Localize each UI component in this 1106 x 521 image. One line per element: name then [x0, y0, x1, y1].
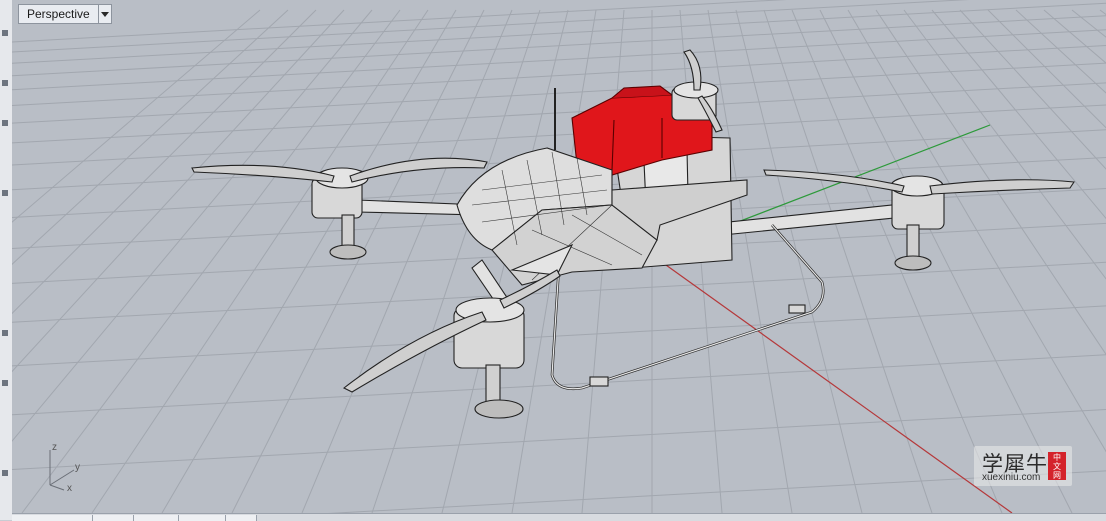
grid-line [903, 9, 1106, 280]
grid-line [707, 9, 793, 513]
grid-line [12, 9, 373, 442]
motor-front[interactable] [453, 297, 525, 419]
axis-z-label: z [52, 442, 57, 453]
toolbar-handle-icon[interactable] [2, 80, 8, 86]
grid-line [12, 305, 1106, 367]
grid-line [12, 9, 261, 223]
grid-line [931, 9, 1106, 220]
grid-line [1099, 9, 1106, 16]
axis-x-label: x [67, 483, 72, 494]
grid-line [12, 9, 317, 315]
grid-line [12, 9, 345, 373]
grid-line [328, 470, 1106, 513]
viewport-title-tab[interactable]: Perspective [18, 4, 112, 24]
toolbar-handle-icon[interactable] [2, 120, 8, 126]
grid-line [987, 9, 1106, 129]
drone-model[interactable] [191, 49, 1075, 419]
watermark-site: xuexiniu.com [982, 472, 1041, 483]
grid-line [12, 15, 1106, 77]
motor-rear-left[interactable] [311, 167, 369, 260]
perspective-viewport[interactable]: z y x Perspective [12, 0, 1106, 513]
viewport-tab[interactable] [134, 515, 179, 521]
viewport-scene: z y x [12, 0, 1106, 513]
viewport-tab[interactable] [179, 515, 226, 521]
axis-y-label: y [75, 462, 80, 473]
grid-line [819, 9, 1073, 513]
grid-line [12, 9, 289, 265]
toolbar-handle-icon[interactable] [2, 30, 8, 36]
viewport-tab[interactable] [93, 515, 134, 521]
toolbar-handle-icon[interactable] [2, 330, 8, 336]
grid-line [21, 9, 401, 513]
toolbar-handle-icon[interactable] [2, 470, 8, 476]
viewport-title: Perspective [27, 7, 90, 21]
toolbar-handle-icon[interactable] [2, 190, 8, 196]
grid-line [735, 9, 863, 513]
grid-line [1071, 9, 1106, 38]
propeller-front[interactable] [342, 269, 561, 393]
viewport-tab[interactable] [226, 515, 257, 521]
x-axis-line [651, 254, 1013, 513]
toolbar-handle-icon[interactable] [2, 380, 8, 386]
grid-line [12, 409, 1106, 471]
grid-line [231, 9, 485, 513]
grid-line [959, 9, 1106, 170]
chevron-down-icon[interactable] [97, 5, 111, 23]
axis-widget: z y x [49, 442, 80, 494]
grid-line [12, 0, 787, 43]
watermark-badge: 中 文 网 [1048, 452, 1066, 480]
watermark-logo: 学犀牛 xuexiniu.com 中 文 网 [974, 446, 1072, 486]
viewport-tab[interactable] [12, 515, 93, 521]
